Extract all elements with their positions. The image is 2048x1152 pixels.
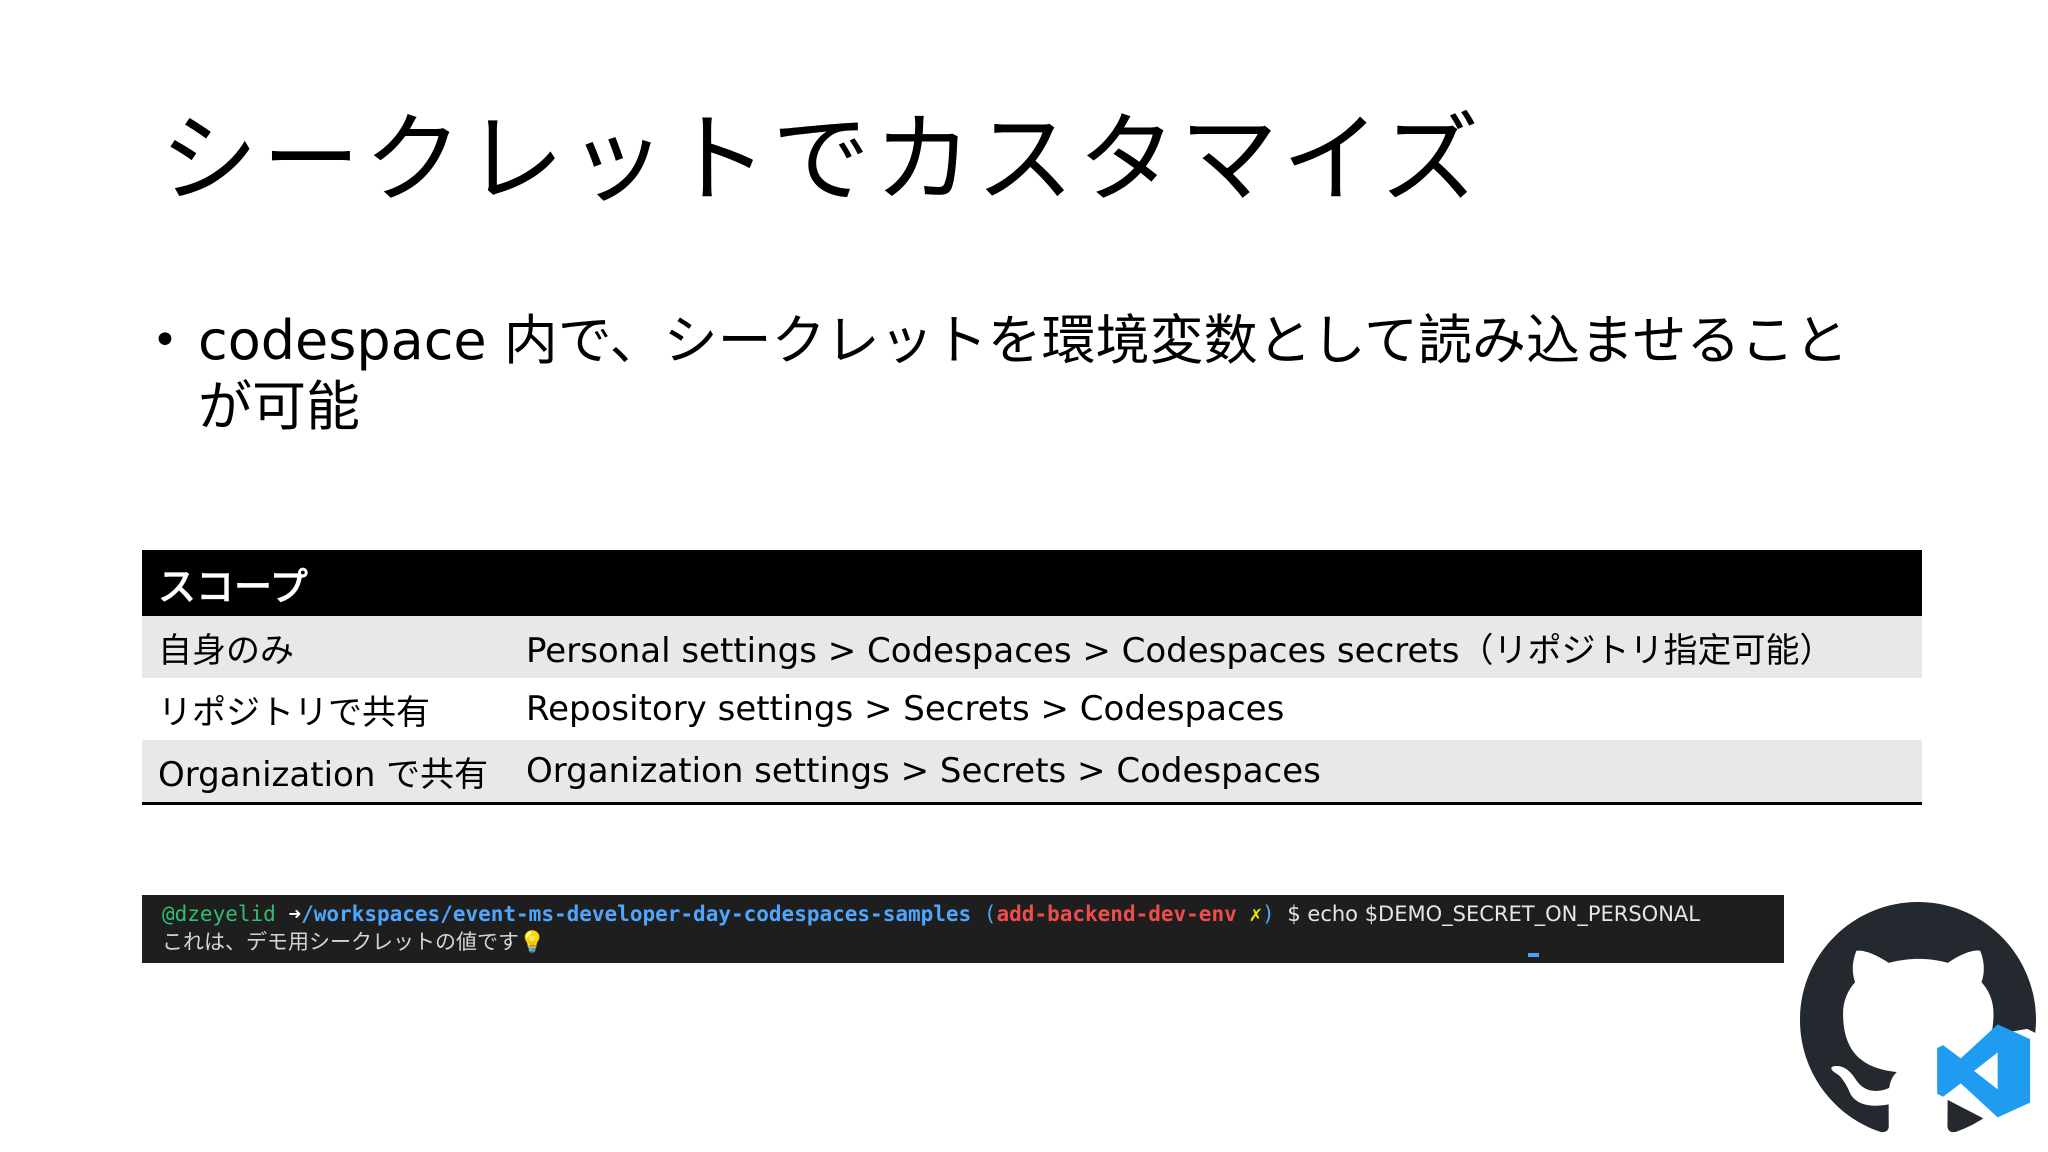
settings-path-cell: Organization settings > Secrets > Codesp… [526,740,1922,804]
prompt-arrow-icon: ➜ [288,902,302,926]
bullet-point: • codespace 内で、シークレットを環境変数として読み込ませることが可能 [152,308,1872,440]
settings-path-cell: Personal settings > Codespaces > Codespa… [526,616,1922,678]
terminal-user: @dzeyelid [162,902,276,926]
settings-path-cell: Repository settings > Secrets > Codespac… [526,689,1285,729]
table-header-scope: スコープ [142,550,1922,616]
scope-cell: Organization で共有 [142,740,526,804]
git-dirty-icon: ✗ [1249,902,1263,926]
scope-cell: リポジトリで共有 [158,692,430,733]
git-branch: add-backend-dev-env [996,902,1237,926]
terminal-screenshot: @dzeyelid ➜/workspaces/event-ms-develope… [142,895,1784,963]
terminal-output: これは、デモ用シークレットの値です💡 [162,930,546,954]
slide-title: シークレットでカスタマイズ [160,103,1484,217]
terminal-cursor [1528,953,1539,957]
branch-open-paren: ( [983,902,997,926]
bullet-text: codespace 内で、シークレットを環境変数として読み込ませることが可能 [198,309,1849,438]
branch-close-paren: ) [1262,902,1275,926]
table-row: Organization で共有 Organization settings >… [142,740,1922,804]
table-row: リポジトリで共有 Repository settings > Secrets >… [142,678,1922,740]
scope-cell: 自身のみ [142,616,526,678]
scope-table: スコープ 自身のみ Personal settings > Codespaces… [142,550,1922,805]
terminal-path: /workspaces/event-ms-developer-day-codes… [301,902,972,926]
table-header-row: スコープ [142,550,1922,616]
table-row: 自身のみ Personal settings > Codespaces > Co… [142,616,1922,678]
terminal-prompt-line: @dzeyelid ➜/workspaces/event-ms-develope… [162,900,1784,928]
github-octocat-icon [1800,902,2036,1138]
bullet-marker: • [152,315,178,366]
terminal-command: $ echo $DEMO_SECRET_ON_PERSONAL [1287,902,1700,926]
